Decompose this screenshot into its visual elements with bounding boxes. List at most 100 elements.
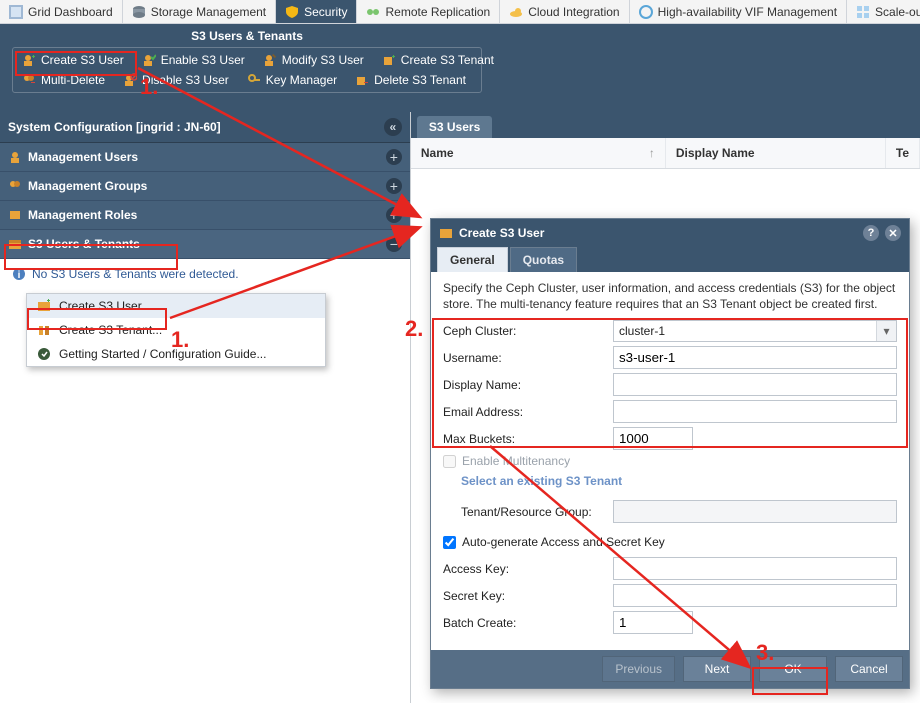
ribbon-row-1: Create S3 User Enable S3 User Modify S3 … (16, 51, 478, 69)
btn-create-s3-user[interactable]: Create S3 User (16, 51, 130, 69)
tab-ha-vif[interactable]: High-availability VIF Management (630, 0, 847, 23)
roles-icon (8, 208, 22, 222)
btn-label: Multi-Delete (41, 73, 105, 87)
user-disable-icon (123, 73, 137, 87)
tab-label: Security (304, 5, 347, 19)
multi-delete-icon (22, 73, 36, 87)
sidebar-item-label: Management Users (28, 150, 138, 164)
dialog-title-label: Create S3 User (459, 226, 544, 240)
tab-s3-users[interactable]: S3 Users (417, 116, 492, 138)
tab-storage-management[interactable]: Storage Management (123, 0, 276, 23)
tenant-add-icon (382, 53, 396, 67)
tab-scaleout[interactable]: Scale-out Storage Configura (847, 0, 920, 23)
tab-label: Storage Management (151, 5, 266, 19)
row-email: Email Address: (443, 400, 897, 423)
btn-enable-s3-user[interactable]: Enable S3 User (136, 51, 251, 69)
btn-modify-s3-user[interactable]: Modify S3 User (257, 51, 370, 69)
ctx-create-s3-user[interactable]: Create S3 User... (27, 294, 325, 318)
sidebar-sub-panel: i No S3 Users & Tenants were detected. C… (0, 259, 410, 381)
sidebar-item-s3-users-tenants[interactable]: S3 Users & Tenants − (0, 230, 410, 259)
col-tenant[interactable]: Te (886, 138, 920, 168)
sidebar: System Configuration [jngrid : JN-60] « … (0, 112, 410, 703)
dtab-general[interactable]: General (437, 247, 508, 272)
ctx-create-s3-tenant[interactable]: Create S3 Tenant... (27, 318, 325, 342)
input-secret-key[interactable] (613, 584, 897, 607)
user-edit-icon (263, 53, 277, 67)
btn-next[interactable]: Next (683, 656, 751, 682)
label-username: Username: (443, 351, 613, 365)
info-icon: i (12, 267, 26, 281)
cloud-icon (509, 5, 523, 19)
sidebar-item-label: Management Groups (28, 179, 147, 193)
btn-label: Create S3 User (41, 53, 124, 67)
ribbon-row-2: Multi-Delete Disable S3 User Key Manager… (16, 71, 478, 89)
row-display-name: Display Name: (443, 373, 897, 396)
tab-label: Remote Replication (385, 5, 490, 19)
input-email[interactable] (613, 400, 897, 423)
tab-grid-dashboard[interactable]: Grid Dashboard (0, 0, 123, 23)
sidebar-item-management-users[interactable]: Management Users + (0, 143, 410, 172)
chk-autogen-keys[interactable] (443, 536, 456, 549)
ctx-getting-started[interactable]: Getting Started / Configuration Guide... (27, 342, 325, 366)
row-autogen: Auto-generate Access and Secret Key (443, 535, 897, 549)
user-add-icon (37, 299, 51, 313)
tab-label: High-availability VIF Management (658, 5, 837, 19)
btn-disable-s3-user[interactable]: Disable S3 User (117, 71, 235, 89)
dtab-quotas[interactable]: Quotas (510, 247, 577, 272)
dialog-description: Specify the Ceph Cluster, user informati… (443, 280, 897, 312)
input-display-name[interactable] (613, 373, 897, 396)
btn-key-manager[interactable]: Key Manager (241, 71, 343, 89)
context-menu: Create S3 User... Create S3 Tenant... Ge… (26, 293, 326, 367)
dialog-button-bar: Previous Next OK Cancel (431, 650, 909, 688)
btn-multi-delete[interactable]: Multi-Delete (16, 71, 111, 89)
sidebar-header: System Configuration [jngrid : JN-60] « (0, 112, 410, 143)
content-tabbar: S3 Users (411, 112, 920, 138)
col-display-name[interactable]: Display Name (666, 138, 886, 168)
disk-icon (132, 5, 146, 19)
tab-cloud-integration[interactable]: Cloud Integration (500, 0, 629, 23)
ribbon-panel: Create S3 User Enable S3 User Modify S3 … (12, 47, 482, 93)
top-nav: Grid Dashboard Storage Management Securi… (0, 0, 920, 24)
btn-cancel[interactable]: Cancel (835, 656, 903, 682)
combo-ceph-cluster[interactable]: cluster-1▾ (613, 320, 897, 342)
sidebar-item-management-groups[interactable]: Management Groups + (0, 172, 410, 201)
info-message: i No S3 Users & Tenants were detected. (8, 265, 402, 289)
tab-label: Cloud Integration (528, 5, 619, 19)
input-username[interactable] (613, 346, 897, 369)
user-icon (8, 150, 22, 164)
btn-ok[interactable]: OK (759, 656, 827, 682)
label-display-name: Display Name: (443, 378, 613, 392)
label-email: Email Address: (443, 405, 613, 419)
row-access-key: Access Key: (443, 557, 897, 580)
btn-delete-s3-tenant[interactable]: Delete S3 Tenant (349, 71, 472, 89)
dialog-titlebar[interactable]: Create S3 User ? ✕ (431, 219, 909, 247)
minus-icon[interactable]: − (386, 236, 402, 252)
plus-icon[interactable]: + (386, 178, 402, 194)
sidebar-item-label: Management Roles (28, 208, 137, 222)
input-tenant-rg (613, 500, 897, 523)
chk-enable-multitenancy (443, 455, 456, 468)
plus-icon[interactable]: + (386, 207, 402, 223)
btn-label: Delete S3 Tenant (374, 73, 466, 87)
plus-icon[interactable]: + (386, 149, 402, 165)
sidebar-item-management-roles[interactable]: Management Roles + (0, 201, 410, 230)
close-icon[interactable]: ✕ (885, 225, 901, 241)
col-name[interactable]: Name (411, 138, 666, 168)
tab-security[interactable]: Security (276, 0, 357, 23)
tab-remote-replication[interactable]: Remote Replication (357, 0, 500, 23)
label-max-buckets: Max Buckets: (443, 432, 613, 446)
input-batch-create[interactable] (613, 611, 693, 634)
input-access-key[interactable] (613, 557, 897, 580)
dialog-create-s3-user: Create S3 User ? ✕ GeneralQuotas Specify… (430, 218, 910, 689)
tab-label: Scale-out Storage Configura (875, 5, 920, 19)
row-batch-create: Batch Create: (443, 611, 897, 634)
scaleout-icon (856, 5, 870, 19)
input-max-buckets[interactable] (613, 427, 693, 450)
collapse-icon[interactable]: « (384, 118, 402, 136)
grid-icon (9, 5, 23, 19)
btn-create-s3-tenant[interactable]: Create S3 Tenant (376, 51, 500, 69)
help-icon[interactable]: ? (863, 225, 879, 241)
btn-label: Create S3 Tenant (401, 53, 494, 67)
sidebar-item-label: S3 Users & Tenants (28, 237, 140, 251)
ctx-label: Create S3 Tenant... (59, 323, 162, 337)
